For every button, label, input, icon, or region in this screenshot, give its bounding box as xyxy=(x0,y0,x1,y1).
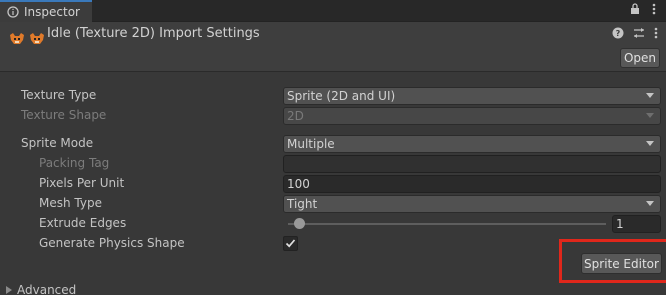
chevron-down-icon xyxy=(646,201,654,206)
slider-handle[interactable] xyxy=(294,218,305,229)
extrude-edges-slider[interactable] xyxy=(288,223,606,225)
mesh-type-row: Mesh Type Tight xyxy=(0,194,666,214)
chevron-down-icon xyxy=(646,93,654,98)
advanced-label: Advanced xyxy=(17,283,77,295)
lock-icon[interactable] xyxy=(630,3,640,18)
sprite-mode-dropdown[interactable]: Multiple xyxy=(283,135,661,153)
pixels-per-unit-field[interactable]: 100 xyxy=(283,175,661,193)
fox-sprite-icon xyxy=(28,32,46,49)
mesh-type-label: Mesh Type xyxy=(39,196,102,210)
advanced-foldout[interactable]: Advanced xyxy=(6,283,76,295)
checkmark-icon xyxy=(285,239,296,248)
tab-inspector[interactable]: Inspector xyxy=(0,0,92,22)
mesh-type-value: Tight xyxy=(287,197,318,211)
sprite-mode-label: Sprite Mode xyxy=(21,136,94,150)
tab-label: Inspector xyxy=(24,5,80,19)
texture-type-label: Texture Type xyxy=(21,88,97,102)
texture-shape-value: 2D xyxy=(287,109,304,123)
extrude-edges-field[interactable]: 1 xyxy=(612,215,661,233)
extrude-edges-label: Extrude Edges xyxy=(39,216,127,230)
generate-physics-shape-checkbox[interactable] xyxy=(283,236,298,251)
extrude-edges-row: Extrude Edges 1 xyxy=(0,214,666,234)
sprite-mode-row: Sprite Mode Multiple xyxy=(0,134,666,154)
info-icon xyxy=(7,6,19,18)
import-settings: Texture Type Sprite (2D and UI) Texture … xyxy=(0,73,666,295)
pixels-per-unit-value: 100 xyxy=(287,177,310,191)
tab-bar: Inspector xyxy=(0,0,666,22)
packing-tag-label: Packing Tag xyxy=(39,156,110,170)
asset-preview xyxy=(8,32,46,49)
texture-type-row: Texture Type Sprite (2D and UI) xyxy=(0,86,666,106)
texture-type-dropdown[interactable]: Sprite (2D and UI) xyxy=(283,87,661,105)
packing-tag-row: Packing Tag xyxy=(0,154,666,174)
more-options-icon[interactable] xyxy=(654,27,658,42)
texture-shape-row: Texture Shape 2D xyxy=(0,106,666,126)
extrude-edges-value: 1 xyxy=(616,217,624,231)
foldout-arrow-icon xyxy=(6,286,12,294)
asset-title: Idle (Texture 2D) Import Settings xyxy=(47,26,260,41)
preset-icon[interactable] xyxy=(633,27,645,42)
inspector-header: Idle (Texture 2D) Import Settings ? Open xyxy=(0,22,666,72)
texture-shape-label: Texture Shape xyxy=(21,108,107,122)
chevron-down-icon xyxy=(646,113,654,118)
sprite-editor-button[interactable]: Sprite Editor xyxy=(581,253,662,274)
texture-type-value: Sprite (2D and UI) xyxy=(287,89,396,103)
mesh-type-dropdown[interactable]: Tight xyxy=(283,195,661,213)
fox-sprite-icon xyxy=(8,32,26,49)
sprite-mode-value: Multiple xyxy=(287,137,335,151)
pixels-per-unit-label: Pixels Per Unit xyxy=(39,176,125,190)
packing-tag-field xyxy=(283,155,661,173)
more-options-icon[interactable] xyxy=(652,3,656,18)
texture-shape-dropdown: 2D xyxy=(283,107,661,125)
open-button[interactable]: Open xyxy=(620,48,660,68)
pixels-per-unit-row: Pixels Per Unit 100 xyxy=(0,174,666,194)
generate-physics-shape-label: Generate Physics Shape xyxy=(39,236,185,250)
svg-text:?: ? xyxy=(616,29,621,38)
chevron-down-icon xyxy=(646,141,654,146)
help-icon[interactable]: ? xyxy=(612,27,624,42)
